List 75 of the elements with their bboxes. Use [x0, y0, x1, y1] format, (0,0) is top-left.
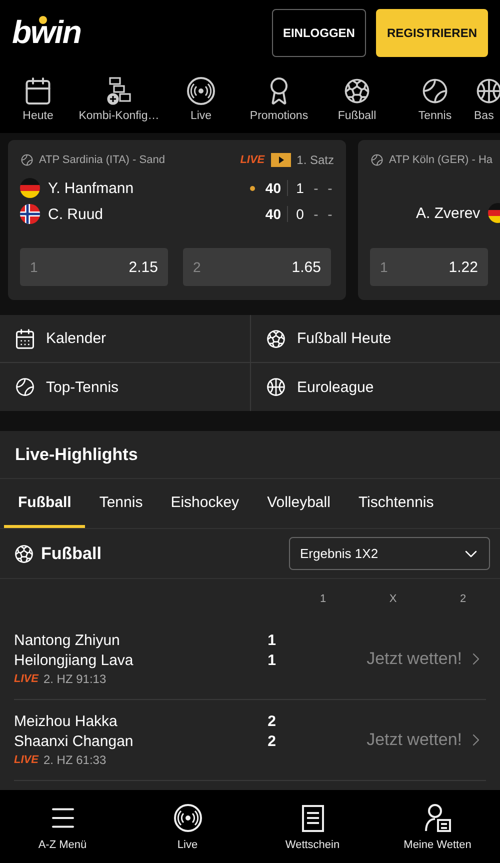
- login-button[interactable]: EINLOGGEN: [272, 8, 366, 56]
- user-list-icon: [424, 802, 452, 832]
- section-title: Live-Highlights: [0, 431, 500, 479]
- logo[interactable]: bwin: [12, 14, 81, 51]
- player-name: A. Zverev: [416, 204, 480, 222]
- league-name: ATP Köln (GER) - Ha: [389, 154, 493, 166]
- basketball-icon: [474, 76, 500, 106]
- team-score: 1: [268, 632, 276, 649]
- column-header: 2: [458, 593, 468, 605]
- calendar-icon: [23, 76, 53, 106]
- nav-item[interactable]: Bas: [474, 65, 500, 133]
- set-score: -: [326, 180, 334, 196]
- live-icon: [186, 76, 216, 106]
- market-dropdown[interactable]: Ergebnis 1X2: [289, 537, 490, 570]
- blocks-plus-icon: [104, 76, 134, 106]
- nav-item[interactable]: Kombi-Konfig…: [76, 65, 162, 133]
- player-name: Y. Hanfmann: [48, 180, 134, 196]
- odds-button[interactable]: 2 1.65: [183, 248, 331, 286]
- football-icon: [265, 328, 287, 350]
- nav-item[interactable]: Heute: [0, 65, 76, 133]
- football-icon: [342, 76, 372, 106]
- sport-tab[interactable]: Volleyball: [253, 479, 344, 528]
- live-label: LIVE: [14, 754, 38, 766]
- live-label: LIVE: [14, 673, 38, 685]
- team-score: 1: [268, 652, 276, 669]
- sport-tab[interactable]: Eishockey: [156, 479, 254, 528]
- column-header: 1: [318, 593, 328, 605]
- team-name: Shaanxi Changan: [14, 733, 134, 750]
- set-score: 1: [295, 180, 305, 196]
- team-score: 2: [268, 713, 276, 730]
- match-card[interactable]: ATP Sardinia (ITA) - Sand LIVE 1. Satz Y. Hanfmann 40 1 - - C. Ruud 40 0 - - 1 2.15 2 1.65: [8, 140, 346, 300]
- basketball-icon: [265, 376, 287, 398]
- odds-button[interactable]: 1 1.22: [370, 248, 488, 286]
- game-points: 40: [264, 206, 281, 222]
- team-name: Nantong Zhiyun: [14, 632, 120, 649]
- set-score: -: [312, 180, 320, 196]
- nav-item[interactable]: Promotions: [240, 65, 318, 133]
- set-label: 1. Satz: [296, 153, 334, 167]
- game-points: 40: [264, 180, 281, 196]
- receipt-icon: [300, 802, 326, 832]
- live-icon: [172, 802, 202, 832]
- set-score: 0: [295, 206, 305, 222]
- match-card[interactable]: ATP Köln (GER) - Ha A. Zverev 1 1.22: [358, 140, 500, 300]
- set-score: -: [312, 206, 320, 222]
- nav-item[interactable]: Fußball: [318, 65, 396, 133]
- calendar-icon: [14, 328, 36, 350]
- team-score: 2: [268, 733, 276, 750]
- bottom-nav-item[interactable]: Wettschein: [250, 790, 375, 863]
- league-name: ATP Sardinia (ITA) - Sand: [39, 154, 165, 166]
- flag-icon: [20, 178, 40, 198]
- sport-tab[interactable]: Tennis: [85, 479, 157, 528]
- team-name: Meizhou Hakka: [14, 713, 118, 730]
- column-header: X: [388, 593, 398, 605]
- bottom-nav-item[interactable]: Live: [125, 790, 250, 863]
- match-time: 2. HZ 61:33: [43, 753, 106, 767]
- quick-link[interactable]: Fußball Heute: [250, 315, 500, 363]
- nav-item[interactable]: Tennis: [396, 65, 474, 133]
- sport-tab[interactable]: Fußball: [4, 479, 86, 528]
- bottom-nav-item[interactable]: A-Z Menü: [0, 790, 125, 863]
- player-name: C. Ruud: [48, 206, 104, 222]
- team-name: Heilongjiang Lava: [14, 652, 134, 669]
- flag-icon: [20, 204, 40, 224]
- nav-item[interactable]: Live: [162, 65, 240, 133]
- live-label: LIVE: [240, 154, 265, 166]
- bet-now-link[interactable]: Jetzt wetten!: [366, 730, 486, 750]
- bottom-nav-item[interactable]: Meine Wetten: [375, 790, 500, 863]
- set-score: -: [326, 206, 334, 222]
- sport-tab[interactable]: Tischtennis: [344, 479, 448, 528]
- video-play-icon: [270, 153, 291, 167]
- odds-button[interactable]: 1 2.15: [20, 248, 168, 286]
- bet-now-link[interactable]: Jetzt wetten!: [366, 649, 486, 669]
- sport-title: Fußball: [41, 544, 102, 564]
- register-button[interactable]: REGISTRIEREN: [376, 8, 488, 56]
- match-time: 2. HZ 91:13: [43, 672, 106, 686]
- football-icon: [13, 542, 35, 564]
